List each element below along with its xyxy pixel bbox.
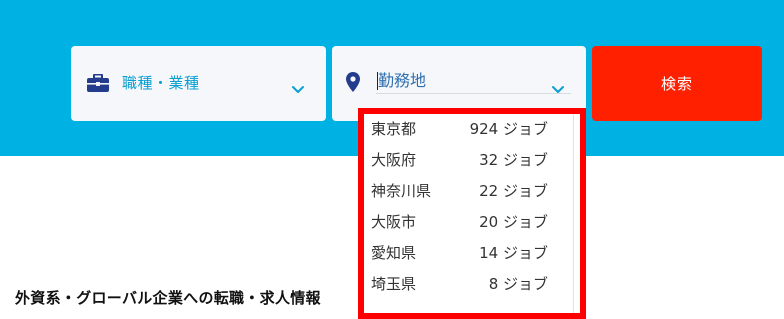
search-button[interactable]: 検索 bbox=[592, 46, 762, 121]
location-option-name: 神奈川県 bbox=[371, 182, 432, 200]
location-option-name: 大阪府 bbox=[371, 151, 417, 169]
location-suggestions-dropdown: 東京都 924 ジョブ 大阪府 32 ジョブ 神奈川県 22 ジョブ 大阪市 2… bbox=[358, 108, 586, 319]
location-option-aichi[interactable]: 愛知県 14 ジョブ bbox=[364, 238, 574, 269]
location-option-tokyo[interactable]: 東京都 924 ジョブ bbox=[364, 114, 574, 145]
location-option-count: 14 ジョブ bbox=[479, 244, 548, 262]
page: 職種・業種 検索 東京都 924 ジョブ bbox=[0, 0, 784, 319]
location-option-name: 大阪市 bbox=[371, 213, 417, 231]
text-cursor bbox=[377, 72, 378, 90]
location-option-saitama[interactable]: 埼玉県 8 ジョブ bbox=[364, 269, 574, 300]
location-option-name: 東京都 bbox=[371, 120, 417, 138]
briefcase-icon bbox=[87, 74, 109, 92]
location-option-count: 20 ジョブ bbox=[479, 213, 548, 231]
location-option-count: 8 ジョブ bbox=[488, 275, 548, 293]
chevron-down-icon[interactable] bbox=[551, 80, 565, 93]
location-suggestions-list: 東京都 924 ジョブ 大阪府 32 ジョブ 神奈川県 22 ジョブ 大阪市 2… bbox=[364, 114, 574, 313]
location-input[interactable] bbox=[376, 68, 571, 94]
location-option-count: 32 ジョブ bbox=[479, 151, 548, 169]
location-option-osaka-pref[interactable]: 大阪府 32 ジョブ bbox=[364, 145, 574, 176]
location-option-count: 924 ジョブ bbox=[469, 120, 548, 138]
chevron-down-icon[interactable] bbox=[291, 80, 305, 93]
location-option-kanagawa[interactable]: 神奈川県 22 ジョブ bbox=[364, 176, 574, 207]
location-option-count: 22 ジョブ bbox=[479, 182, 548, 200]
section-headline: 外資系・グローバル企業への転職・求人情報 bbox=[15, 289, 321, 307]
map-pin-icon bbox=[346, 72, 360, 92]
job-category-label: 職種・業種 bbox=[122, 74, 200, 92]
location-option-name: 愛知県 bbox=[371, 244, 417, 262]
location-option-name: 埼玉県 bbox=[371, 275, 417, 293]
location-option-osaka-city[interactable]: 大阪市 20 ジョブ bbox=[364, 207, 574, 238]
job-category-select[interactable]: 職種・業種 bbox=[71, 46, 326, 121]
